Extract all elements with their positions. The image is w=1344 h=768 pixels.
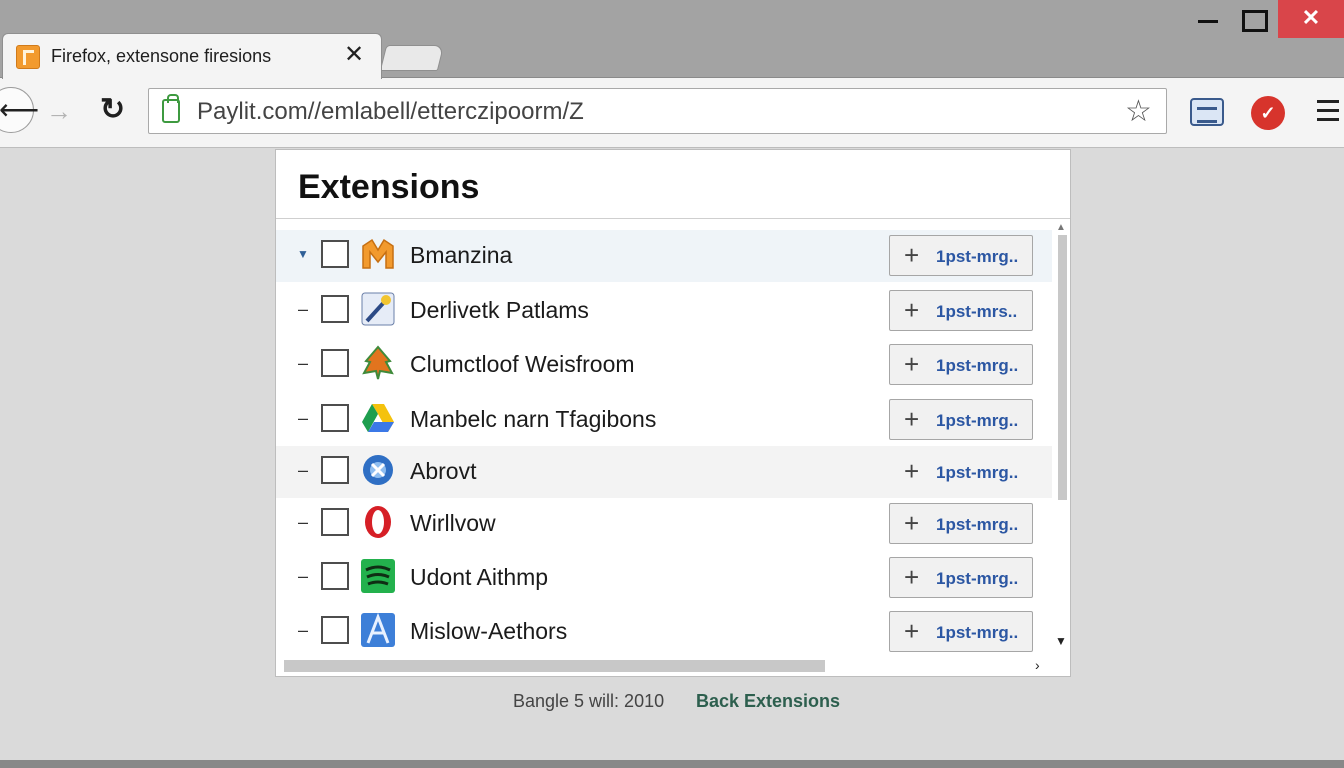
extension-row[interactable]: – Udont Aithmp +1pst-mrg.. (276, 552, 1052, 604)
plus-icon: + (904, 404, 920, 434)
extension-action-label: 1pst-mrg.. (936, 463, 1019, 482)
extension-name: Clumctloof Weisfroom (410, 351, 635, 377)
extension-row[interactable]: – Abrovt +1pst-mrg.. (276, 446, 1052, 498)
maximize-button[interactable] (1220, 0, 1286, 38)
leaf-icon (360, 345, 396, 381)
blue-a-icon (360, 612, 396, 648)
extensions-panel: Extensions ▼ Bmanzina +1pst-mrg.. – Derlivet… (275, 149, 1071, 677)
back-button[interactable]: ⟵ (0, 87, 39, 133)
divider (276, 218, 1070, 219)
scroll-down-arrow-icon[interactable]: ▼ (1055, 634, 1067, 648)
plus-icon: + (904, 240, 920, 270)
extension-checkbox[interactable] (321, 508, 349, 536)
extension-row[interactable]: – Manbelc narn Tfagibons +1pst-mrg.. (276, 394, 1052, 446)
hamburger-menu-icon[interactable] (1317, 100, 1339, 122)
collapse-toggle-icon[interactable]: – (296, 408, 310, 429)
extension-row[interactable]: ▼ Bmanzina +1pst-mrg.. (276, 230, 1052, 282)
extension-action-label: 1pst-mrg.. (936, 411, 1019, 430)
extension-row[interactable]: – Clumctloof Weisfroom +1pst-mrg.. (276, 339, 1052, 391)
scroll-up-arrow-icon[interactable]: ▲ (1056, 222, 1066, 233)
extension-action-button[interactable]: +1pst-mrg.. (889, 557, 1033, 598)
extension-checkbox[interactable] (321, 616, 349, 644)
close-window-button[interactable]: ✕ (1278, 0, 1344, 38)
title-bar: Firefox, extensone firesions ✕ ✕ (0, 0, 1344, 79)
extension-checkbox[interactable] (321, 404, 349, 432)
extension-action-label: 1pst-mrg.. (936, 623, 1019, 642)
extension-action-label: 1pst-mrg.. (936, 247, 1019, 266)
plus-icon: + (904, 616, 920, 646)
plus-icon: + (904, 456, 920, 486)
extension-name: Bmanzina (410, 242, 513, 268)
extension-name: Wirllvow (410, 510, 496, 536)
navigation-toolbar: ⟵ → ↻ Paylit.com//emlabell/etterczipoorm… (0, 78, 1344, 148)
vertical-scrollbar[interactable]: ▲ ▼ (1054, 220, 1070, 654)
collapse-toggle-icon[interactable]: – (296, 566, 310, 587)
blue-orb-icon (360, 452, 396, 488)
address-bar[interactable]: Paylit.com//emlabell/etterczipoorm/Z ☆ (148, 88, 1167, 134)
secure-lock-icon (162, 94, 180, 123)
extension-action-label: 1pst-mrg.. (936, 515, 1019, 534)
extension-name: Abrovt (410, 458, 477, 484)
new-tab-button[interactable] (379, 45, 445, 71)
hscroll-thumb[interactable] (284, 660, 825, 672)
tab-close-icon[interactable]: ✕ (341, 42, 367, 68)
extensions-list: ▼ Bmanzina +1pst-mrg.. – Derlivetk Patlams +1… (276, 230, 1052, 660)
plus-icon: + (904, 349, 920, 379)
extension-action-button[interactable]: +1pst-mrg.. (889, 344, 1033, 385)
close-icon: ✕ (1301, 5, 1321, 30)
window-bottom-border (0, 760, 1344, 768)
extension-name: Derlivetk Patlams (410, 297, 589, 323)
extension-row[interactable]: – Wirllvow +1pst-mrg.. (276, 498, 1052, 550)
drive-triangle-icon (360, 400, 396, 436)
extension-action-button[interactable]: +1pst-mrs.. (889, 290, 1033, 331)
plus-icon: + (904, 508, 920, 538)
extension-action-button[interactable]: +1pst-mrg.. (889, 503, 1033, 544)
extension-row[interactable]: – Derlivetk Patlams +1pst-mrs.. (276, 285, 1052, 337)
horizontal-scrollbar[interactable]: › (276, 657, 1054, 674)
extension-action-label: 1pst-mrs.. (936, 302, 1018, 321)
panel-title: Extensions (298, 168, 480, 206)
extension-toolbar-icon[interactable] (1190, 98, 1224, 126)
extension-name: Mislow-Aethors (410, 618, 568, 644)
back-extensions-link[interactable]: Back Extensions (696, 691, 840, 712)
extension-checkbox[interactable] (321, 240, 349, 268)
footer-status: Bangle 5 will: 2010 (513, 691, 665, 711)
extension-checkbox[interactable] (321, 456, 349, 484)
opera-o-icon (360, 504, 396, 540)
green-waves-icon (360, 558, 396, 594)
forward-button[interactable]: → (46, 96, 72, 127)
extension-checkbox[interactable] (321, 295, 349, 323)
extension-checkbox[interactable] (321, 349, 349, 377)
expand-arrow-icon[interactable]: ▼ (296, 247, 310, 261)
bookmark-star-icon[interactable]: ☆ (1125, 94, 1152, 129)
url-text[interactable]: Paylit.com//emlabell/etterczipoorm/Z (197, 98, 584, 126)
extension-action-button[interactable]: +1pst-mrg.. (889, 611, 1033, 652)
extension-name: Udont Aithmp (410, 564, 549, 590)
extension-name: Manbelc narn Tfagibons (410, 406, 657, 432)
extension-action-button[interactable]: +1pst-mrg.. (889, 399, 1033, 440)
scroll-thumb[interactable] (1058, 235, 1067, 500)
extension-action-label: 1pst-mrg.. (936, 569, 1019, 588)
scroll-right-arrow-icon[interactable]: › (1035, 657, 1040, 673)
extension-checkbox[interactable] (321, 562, 349, 590)
plus-icon: + (904, 562, 920, 592)
extension-action-label: 1pst-mrg.. (936, 356, 1019, 375)
orange-m-icon (360, 236, 396, 272)
collapse-toggle-icon[interactable]: – (296, 299, 310, 320)
collapse-toggle-icon[interactable]: – (296, 620, 310, 641)
wand-icon (360, 291, 396, 327)
firefox-favicon-icon (16, 45, 40, 69)
tab-title: Firefox, extensone firesions (51, 46, 272, 66)
extension-action-button[interactable]: +1pst-mrg.. (889, 451, 1033, 492)
red-badge-extension-icon[interactable]: ✓ (1251, 96, 1285, 130)
browser-tab[interactable]: Firefox, extensone firesions ✕ (2, 33, 382, 79)
extension-row[interactable]: – Mislow-Aethors +1pst-mrg.. (276, 606, 1052, 658)
collapse-toggle-icon[interactable]: – (296, 460, 310, 481)
plus-icon: + (904, 295, 920, 325)
collapse-toggle-icon[interactable]: – (296, 512, 310, 533)
back-arrow-icon: ⟵ (0, 94, 40, 125)
reload-button[interactable]: ↻ (100, 92, 125, 127)
collapse-toggle-icon[interactable]: – (296, 353, 310, 374)
extension-action-button[interactable]: +1pst-mrg.. (889, 235, 1033, 276)
